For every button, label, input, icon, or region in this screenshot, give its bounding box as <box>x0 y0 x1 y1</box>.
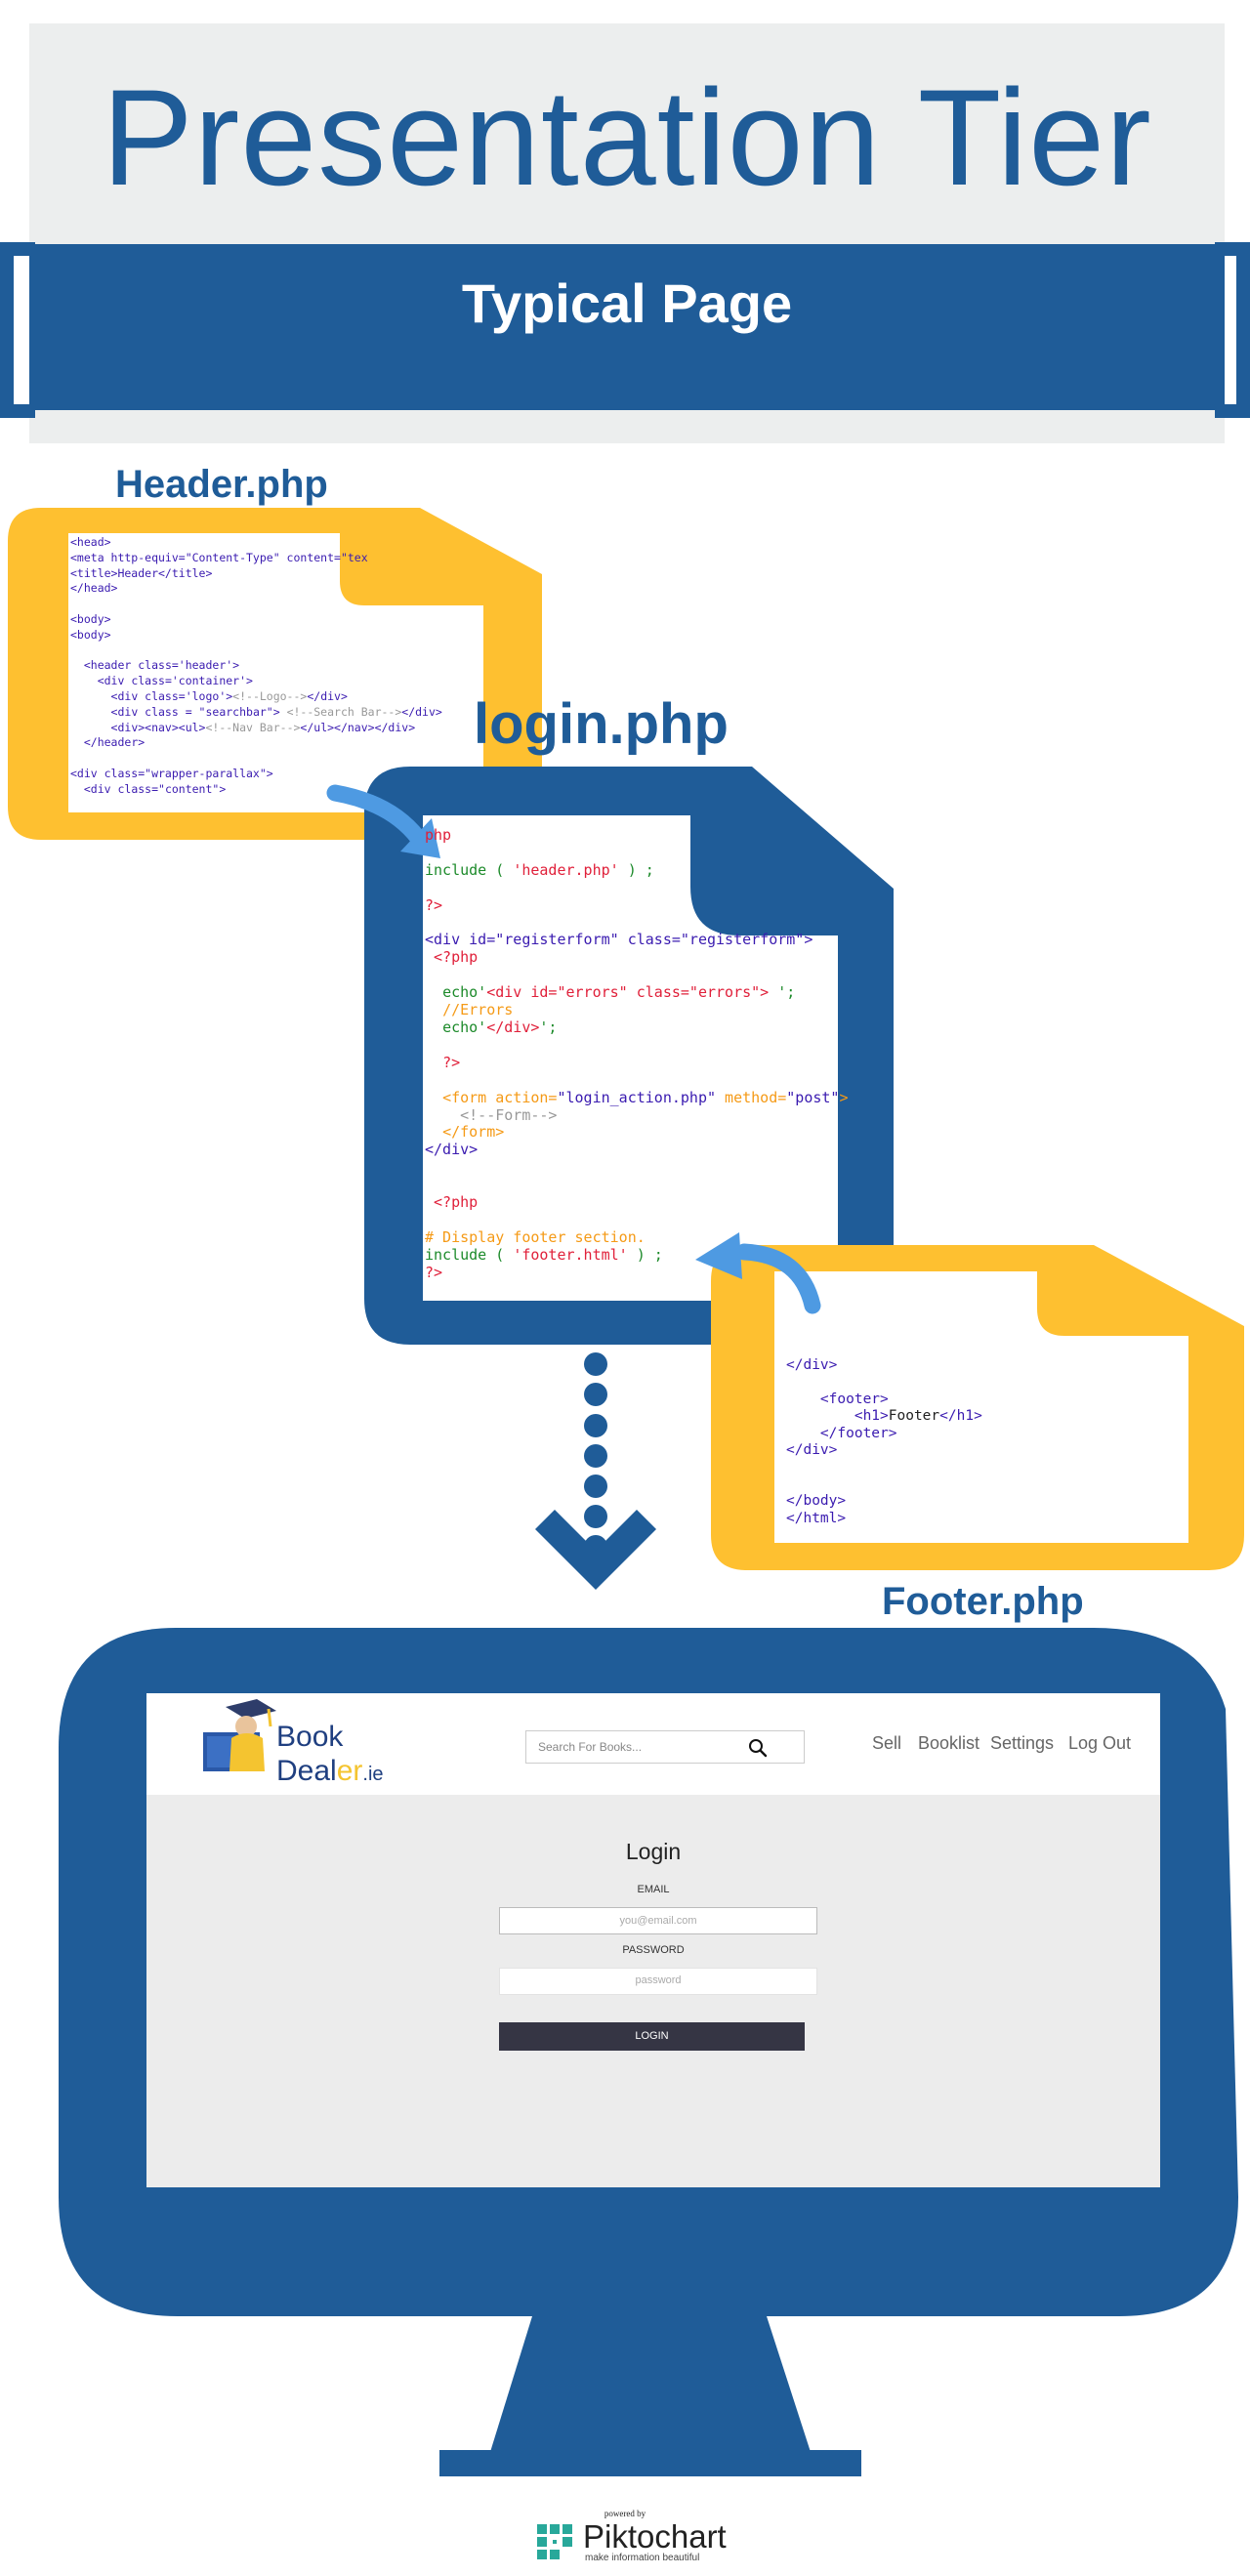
login-code-block: php include ( 'header.php' ) ; ?> <div i… <box>425 826 849 1281</box>
diagram-shapes <box>8 508 1244 2476</box>
code-line: </header> <box>83 735 146 750</box>
code-line: <body> <box>70 627 111 642</box>
password-label: PASSWORD <box>622 1944 685 1956</box>
code-line: <head> <box>70 535 111 549</box>
nav-link-booklist[interactable]: Booklist <box>918 1733 979 1754</box>
piktochart-name: Piktochart <box>583 2518 727 2555</box>
email-label: EMAIL <box>637 1884 670 1895</box>
bookdealer-logo[interactable]: Book Dealer.ie <box>200 1697 415 1789</box>
monitor-base <box>439 2450 861 2476</box>
search-icon[interactable] <box>746 1736 770 1760</box>
dotted-connector <box>584 1352 607 1558</box>
code-line: <meta http-equiv="Content-Type" content=… <box>70 550 368 564</box>
svg-text:Dealer.ie: Dealer.ie <box>276 1755 384 1787</box>
login-file-label: login.php <box>474 692 729 756</box>
code-line: <div class="content"> <box>83 781 227 796</box>
header-code-block: <head> <meta http-equiv="Content-Type" c… <box>70 535 442 796</box>
login-button[interactable]: LOGIN <box>499 2022 805 2051</box>
code-line: </head> <box>70 581 118 596</box>
code-line: <div class="wrapper-parallax"> <box>70 766 273 780</box>
nav-link-settings[interactable]: Settings <box>990 1733 1054 1754</box>
code-line: <title>Header</title> <box>70 565 213 580</box>
monitor-stand <box>490 2316 811 2452</box>
search-placeholder: Search For Books... <box>538 1740 643 1754</box>
footer-file-label: Footer.php <box>882 1580 1084 1623</box>
piktochart-logo-icon <box>537 2524 572 2559</box>
code-line: <div class='container'> <box>97 674 253 688</box>
piktochart-tagline: make information beautiful <box>585 2553 700 2563</box>
email-placeholder: you@email.com <box>619 1915 697 1927</box>
code-line: <header class='header'> <box>83 658 240 673</box>
footer-code-block: </div> <footer> <h1>Footer</h1> </footer… <box>786 1357 982 1526</box>
header-file-label: Header.php <box>115 463 328 506</box>
nav-link-logout[interactable]: Log Out <box>1068 1733 1131 1754</box>
nav-link-sell[interactable]: Sell <box>872 1733 901 1754</box>
logo-book-text: Book <box>276 1721 344 1753</box>
password-placeholder: password <box>635 1974 682 1986</box>
code-line: <body> <box>70 611 111 626</box>
powered-by-text: powered by <box>604 2509 646 2518</box>
login-heading: Login <box>625 1839 682 1864</box>
